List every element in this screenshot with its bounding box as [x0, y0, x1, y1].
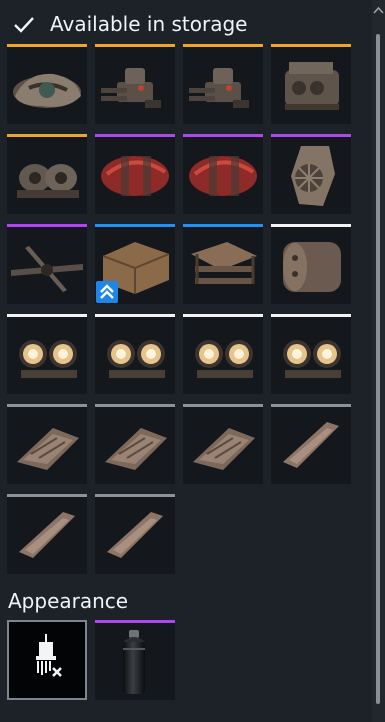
rank-up-icon	[96, 281, 118, 303]
rarity-bar	[95, 620, 175, 623]
storage-item-crate[interactable]	[95, 224, 175, 304]
headlights-image	[283, 340, 341, 378]
red-tank-image	[189, 156, 257, 196]
storage-item-armor-strip[interactable]	[271, 404, 351, 484]
storage-item-red-tank[interactable]	[95, 134, 175, 214]
spray-can-item[interactable]	[95, 620, 175, 700]
paint-remove-tile[interactable]	[7, 620, 87, 700]
storage-item-armor-plate[interactable]	[183, 404, 263, 484]
storage-item-armor-plate[interactable]	[95, 404, 175, 484]
cooler-image	[291, 146, 335, 206]
armor-plate-image	[105, 428, 167, 470]
storage-item-engine-block[interactable]	[271, 44, 351, 124]
twin-engine-image	[17, 164, 79, 198]
storage-item-headlights[interactable]	[7, 314, 87, 394]
engine-pod-image	[13, 73, 81, 108]
armor-strip-image	[19, 512, 75, 558]
storage-item-twin-engine[interactable]	[7, 134, 87, 214]
storage-title: Available in storage	[50, 12, 248, 36]
storage-item-headlights[interactable]	[183, 314, 263, 394]
scrollbar[interactable]	[372, 0, 385, 722]
storage-item-engine-pod[interactable]	[7, 44, 87, 124]
storage-item-headlights[interactable]	[95, 314, 175, 394]
engine-block-image	[285, 62, 339, 110]
storage-item-armor-strip[interactable]	[95, 494, 175, 574]
storage-item-red-tank[interactable]	[183, 134, 263, 214]
armor-plate-image	[193, 428, 255, 470]
turret-image	[189, 68, 249, 108]
spray-can-icon	[123, 630, 145, 694]
sled-image	[191, 242, 257, 284]
headlights-image	[195, 340, 253, 378]
storage-item-rotor[interactable]	[7, 224, 87, 304]
storage-header[interactable]: Available in storage	[0, 0, 372, 44]
scroll-up-icon[interactable]	[372, 4, 385, 18]
check-icon	[14, 17, 34, 33]
armor-strip-image	[107, 512, 163, 558]
armor-plate-image	[17, 428, 79, 470]
turret-image	[101, 68, 161, 108]
storage-item-headlights[interactable]	[271, 314, 351, 394]
headlights-image	[19, 340, 77, 378]
storage-item-armor-plate[interactable]	[7, 404, 87, 484]
headlights-image	[107, 340, 165, 378]
storage-item-sled[interactable]	[183, 224, 263, 304]
red-tank-image	[101, 156, 169, 196]
paint-brush-remove-icon	[36, 634, 62, 677]
storage-item-turret[interactable]	[95, 44, 175, 124]
storage-item-cooler[interactable]	[271, 134, 351, 214]
armor-strip-image	[283, 422, 339, 468]
scroll-thumb[interactable]	[376, 34, 380, 704]
appearance-label: Appearance	[8, 589, 129, 613]
storage-item-turret[interactable]	[183, 44, 263, 124]
rotor-image	[11, 246, 83, 292]
drum-image	[283, 242, 341, 292]
storage-item-drum[interactable]	[271, 224, 351, 304]
storage-item-armor-strip[interactable]	[7, 494, 87, 574]
